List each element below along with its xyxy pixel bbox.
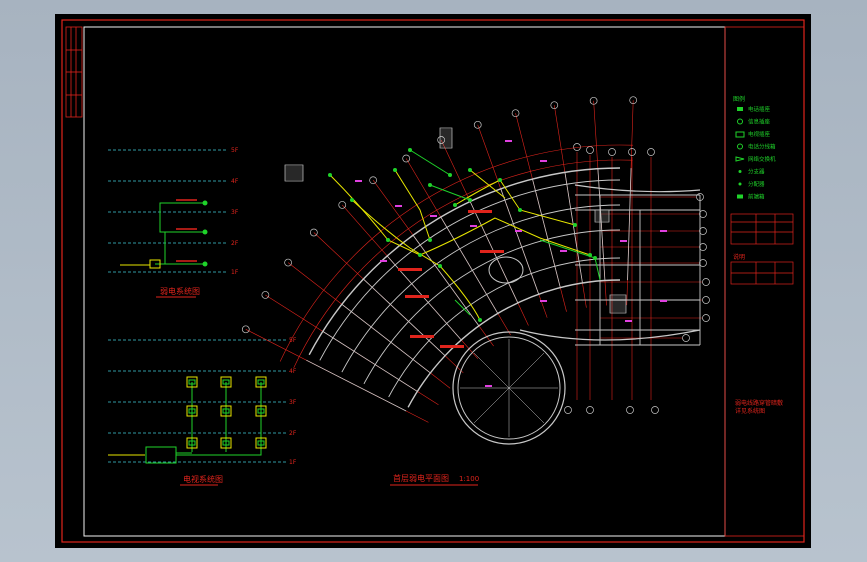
outlet-symbol bbox=[428, 183, 432, 187]
legend-item-label: 电视插座 bbox=[748, 130, 771, 138]
riser-bottom-floor-label: 1F bbox=[289, 459, 297, 466]
outlet-symbol bbox=[386, 238, 390, 242]
outlet-symbol bbox=[448, 173, 452, 177]
outlet-symbol bbox=[328, 173, 332, 177]
legend-symbol bbox=[738, 182, 742, 186]
legend-symbol bbox=[738, 170, 742, 173]
riser-top-floor-label: 3F bbox=[231, 209, 239, 216]
legend-item-label: 电话插座 bbox=[748, 105, 771, 113]
cable-tag bbox=[468, 210, 492, 213]
legend-item-label: 分配器 bbox=[748, 180, 765, 188]
room-tag bbox=[560, 250, 567, 252]
cad-window: 5F 4F 3F 2F 1F 弱电系统图 5F 4F 3F 2F 1F 电视系统图 bbox=[0, 0, 867, 562]
outlet-symbol bbox=[418, 253, 422, 257]
room-tag bbox=[660, 230, 667, 232]
room-tag bbox=[380, 260, 387, 262]
legend-item-label: 分支器 bbox=[748, 168, 765, 176]
room-tag bbox=[485, 385, 492, 387]
legend-item-label: 信息插座 bbox=[748, 118, 771, 126]
cable-tag bbox=[480, 250, 504, 253]
riser-bottom-title: 电视系统图 bbox=[183, 474, 223, 484]
room-tag bbox=[355, 180, 362, 182]
legend-symbol bbox=[737, 107, 743, 111]
riser-bottom-floor-label: 2F bbox=[289, 430, 297, 437]
riser-bottom-floor-label: 4F bbox=[289, 368, 297, 375]
outlet-symbol bbox=[593, 256, 597, 260]
cable-tag bbox=[440, 345, 464, 348]
room-tag bbox=[430, 215, 437, 217]
outlet-symbol bbox=[468, 168, 472, 172]
outlet-symbol bbox=[518, 208, 522, 212]
outlet-symbol bbox=[393, 168, 397, 172]
drawing-sheet bbox=[55, 14, 811, 548]
outlet-symbol bbox=[438, 264, 442, 268]
legend-item-label: 网络交换机 bbox=[748, 155, 776, 163]
cable-tag bbox=[410, 335, 434, 338]
riser-top-title: 弱电系统图 bbox=[160, 286, 200, 296]
legend-item-label: 前端箱 bbox=[748, 193, 765, 201]
outlet-symbol bbox=[588, 253, 592, 257]
outlet-symbol bbox=[478, 318, 482, 322]
legend-title: 图例 bbox=[733, 95, 745, 103]
cable-tag bbox=[398, 268, 422, 271]
riser-bottom-floor-label: 3F bbox=[289, 399, 297, 406]
riser-top-floor-label: 5F bbox=[231, 147, 239, 154]
riser-bottom-floor-label: 5F bbox=[289, 337, 297, 344]
plan-scale: 1:100 bbox=[459, 475, 479, 483]
drawing-canvas[interactable]: 5F 4F 3F 2F 1F 弱电系统图 5F 4F 3F 2F 1F 电视系统图 首层弱电平面… bbox=[0, 0, 867, 562]
room-tag bbox=[470, 225, 477, 227]
riser-top-floor-label: 1F bbox=[231, 269, 239, 276]
outlet-symbol bbox=[498, 178, 502, 182]
round-hall bbox=[452, 331, 566, 445]
riser-top-floor-label: 2F bbox=[231, 240, 239, 247]
legend-symbol bbox=[737, 194, 743, 199]
outlet-symbol bbox=[350, 198, 354, 202]
room-tag bbox=[620, 240, 627, 242]
cable-tag bbox=[405, 295, 429, 298]
stair bbox=[594, 209, 610, 223]
plan-title: 首层弱电平面图 bbox=[393, 473, 449, 483]
riser-top-floor-label: 4F bbox=[231, 178, 239, 185]
room-tag bbox=[625, 320, 632, 322]
notes-line-2: 详见系统图 bbox=[735, 407, 765, 415]
outlet-symbol bbox=[428, 238, 432, 242]
room-tag bbox=[660, 300, 667, 302]
outlet-symbol bbox=[408, 148, 412, 152]
room-tag bbox=[505, 140, 512, 142]
legend-item-label: 电话分线箱 bbox=[748, 143, 776, 151]
notes-line-1: 弱电线路穿管暗敷 bbox=[735, 399, 783, 407]
room-tag bbox=[515, 230, 522, 232]
outlet-symbol bbox=[573, 223, 577, 227]
room-tag bbox=[395, 205, 402, 207]
notes-title: 说明 bbox=[733, 253, 745, 261]
room-tag bbox=[540, 300, 547, 302]
outlet-symbol bbox=[468, 198, 472, 202]
room-tag bbox=[540, 160, 547, 162]
outlet-symbol bbox=[453, 203, 457, 207]
